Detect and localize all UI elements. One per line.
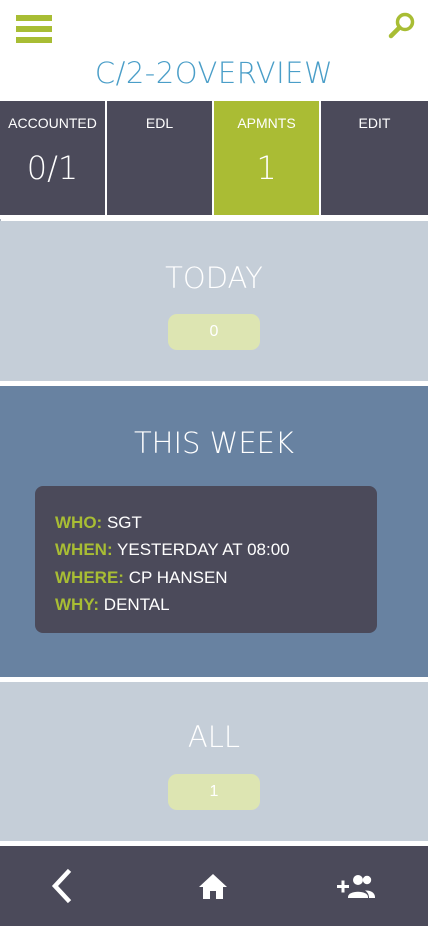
- bottom-nav-bar: [0, 846, 428, 926]
- this-week-section[interactable]: THIS WEEK WHO: SGT WHEN: YESTERDAY AT 08…: [0, 386, 428, 677]
- where-value: CP HANSEN: [128, 567, 228, 587]
- tab-accounted[interactable]: ACCOUNTED 0/1: [0, 101, 105, 215]
- tab-apmnts-label: APMNTS: [237, 115, 296, 131]
- why-value: DENTAL: [103, 594, 170, 614]
- all-count-badge[interactable]: 1: [168, 774, 260, 810]
- back-chevron-icon[interactable]: [40, 866, 84, 906]
- appointment-where: WHERE: CP HANSEN: [55, 564, 377, 591]
- where-label: WHERE:: [55, 567, 124, 587]
- appointment-why: WHY: DENTAL: [55, 591, 377, 618]
- when-label: WHEN:: [55, 540, 113, 560]
- this-week-title: THIS WEEK: [133, 426, 295, 460]
- tab-bar: ACCOUNTED 0/1 EDL APMNTS 1 EDIT: [0, 101, 428, 215]
- today-section[interactable]: TODAY 0: [0, 221, 428, 381]
- tab-apmnts-value: 1: [256, 149, 277, 187]
- appointment-who: WHO: SGT: [55, 509, 377, 536]
- today-count-badge[interactable]: 0: [168, 314, 260, 350]
- hamburger-menu-icon[interactable]: [16, 15, 52, 43]
- tab-edit[interactable]: EDIT: [321, 101, 428, 215]
- tab-edl[interactable]: EDL: [107, 101, 212, 215]
- why-label: WHY:: [55, 594, 100, 614]
- appointment-card[interactable]: WHO: SGT WHEN: YESTERDAY AT 08:00 WHERE:…: [35, 486, 377, 633]
- page-title: C/2-2OVERVIEW: [94, 56, 334, 90]
- search-icon[interactable]: [388, 11, 416, 39]
- who-value: SGT: [106, 513, 142, 532]
- tab-accounted-value: 0/1: [26, 149, 79, 187]
- top-bar: C/2-2OVERVIEW: [0, 0, 428, 100]
- add-person-icon[interactable]: [334, 866, 378, 906]
- all-title: ALL: [187, 720, 241, 754]
- today-title: TODAY: [165, 261, 263, 295]
- when-value: YESTERDAY AT 08:00: [117, 540, 290, 560]
- home-icon[interactable]: [191, 866, 235, 906]
- who-label: WHO:: [55, 513, 103, 532]
- tab-apmnts[interactable]: APMNTS 1: [214, 101, 319, 215]
- tab-edit-label: EDIT: [358, 115, 391, 131]
- tab-accounted-label: ACCOUNTED: [8, 115, 97, 131]
- tab-edl-label: EDL: [145, 115, 174, 131]
- all-section[interactable]: ALL 1: [0, 682, 428, 841]
- appointment-when: WHEN: YESTERDAY AT 08:00: [55, 536, 377, 563]
